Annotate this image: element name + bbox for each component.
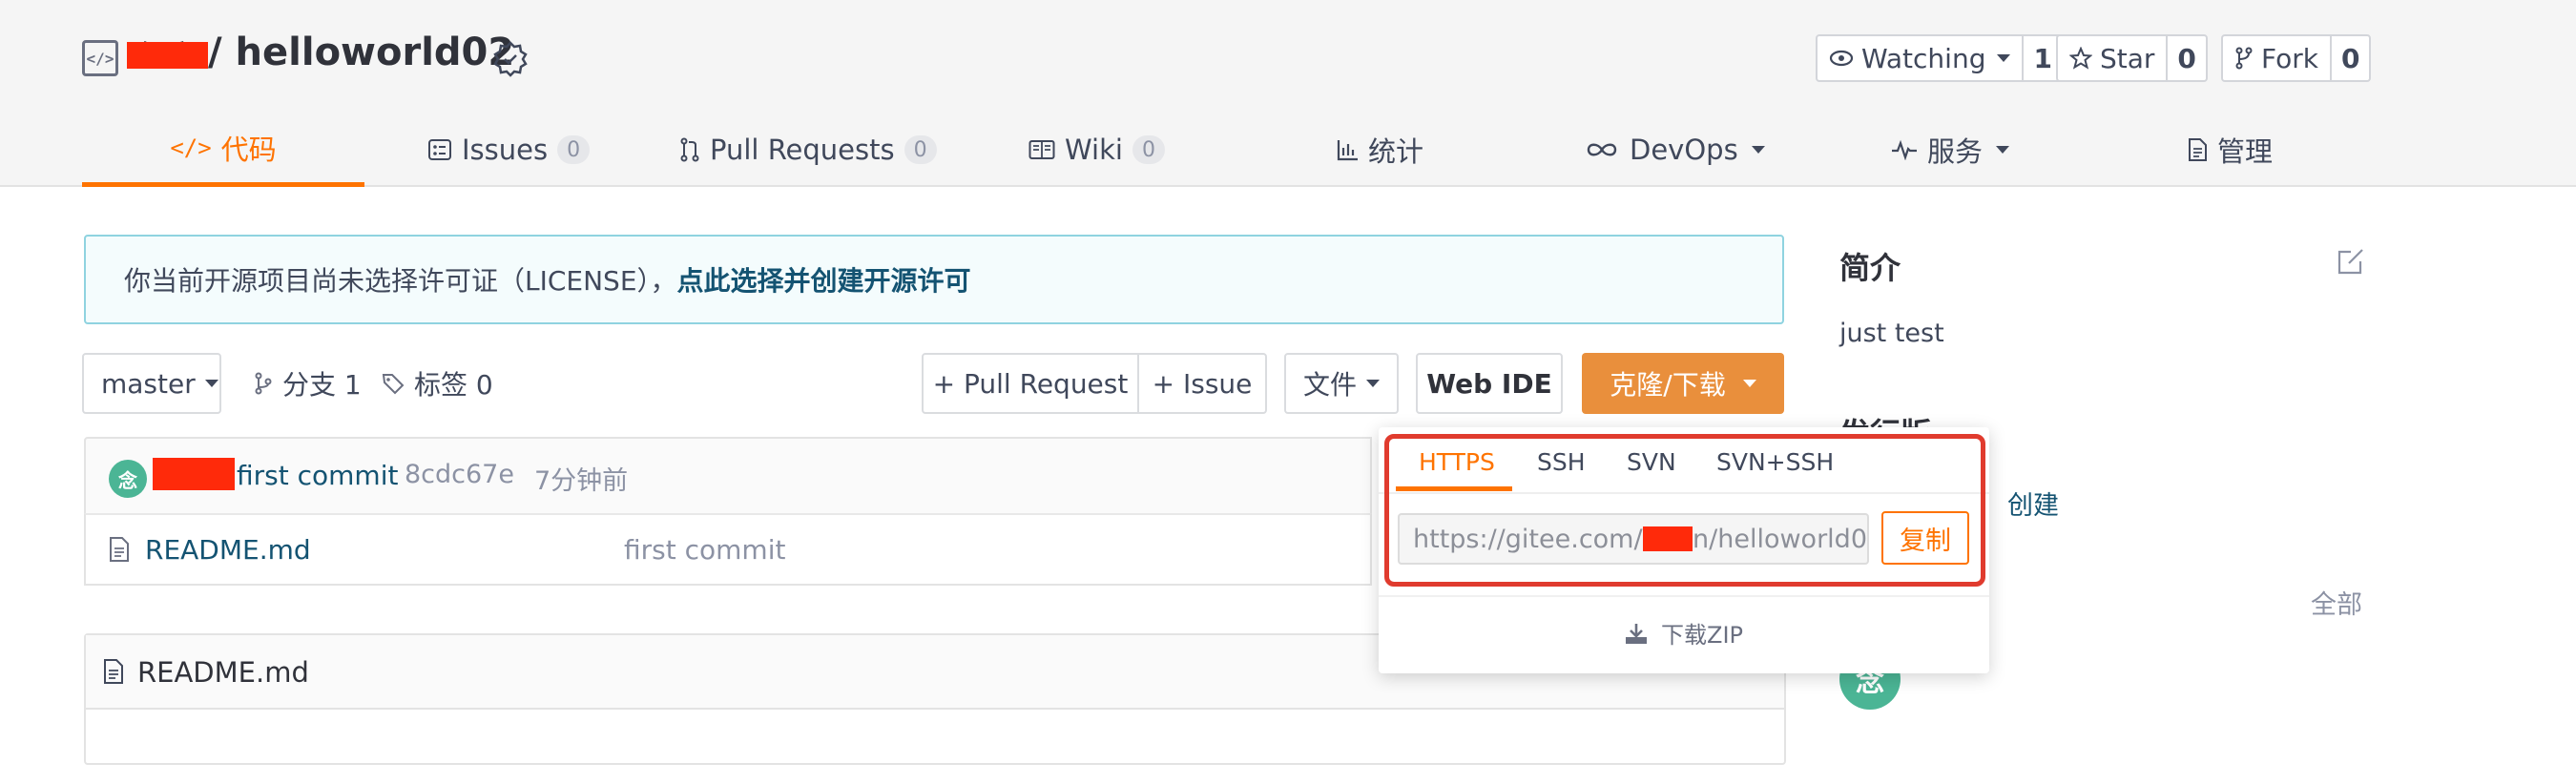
redaction-mark <box>153 458 235 490</box>
star-group: Star 0 <box>2056 34 2208 82</box>
recommend-badge-icon[interactable] <box>491 40 530 78</box>
branch-icon <box>255 372 272 395</box>
tab-statistics[interactable]: 统计 <box>1336 113 1423 187</box>
commit-hash[interactable]: 8cdc67e <box>405 460 514 489</box>
download-icon <box>1626 623 1647 644</box>
tab-services[interactable]: 服务 <box>1891 113 2010 187</box>
chevron-down-icon <box>1751 146 1765 154</box>
license-create-link[interactable]: 点此选择并创建开源许可 <box>677 260 971 299</box>
repo-owner-link[interactable]: 仓库 <box>127 36 208 69</box>
clone-download-button[interactable]: 克隆/下载 <box>1582 353 1784 414</box>
new-issue-button[interactable]: + Issue <box>1137 353 1267 414</box>
license-notice-text: 你当前开源项目尚未选择许可证（LICENSE）， <box>124 265 677 297</box>
new-pull-request-button[interactable]: + Pull Request <box>922 353 1139 414</box>
doc-icon <box>2189 138 2207 161</box>
pull-request-icon <box>680 137 699 162</box>
tab-pull-requests[interactable]: Pull Requests 0 <box>679 113 937 187</box>
wiki-icon <box>1028 140 1055 159</box>
repo-code-icon: </> <box>82 40 118 76</box>
chevron-down-icon <box>204 380 218 387</box>
watch-button[interactable]: Watching <box>1818 36 2025 80</box>
issues-count-badge: 0 <box>557 135 591 164</box>
divider <box>1379 595 1989 597</box>
fork-group: Fork 0 <box>2221 34 2372 82</box>
eye-icon <box>1829 50 1854 67</box>
file-name-link[interactable]: README.md <box>145 534 311 566</box>
watch-group: Watching 1 <box>1816 34 2064 82</box>
all-contributors-link[interactable]: 全部 <box>2311 584 2362 621</box>
commit-message[interactable]: first commit <box>237 460 398 491</box>
star-count[interactable]: 0 <box>2168 36 2205 80</box>
pulse-icon <box>1892 139 1917 160</box>
star-button[interactable]: Star <box>2058 36 2169 80</box>
fork-button[interactable]: Fork <box>2223 36 2332 80</box>
tab-wiki[interactable]: Wiki 0 <box>1028 113 1165 187</box>
license-notice: 你当前开源项目尚未选择许可证（LICENSE）， 点此选择并创建开源许可 <box>84 235 1784 324</box>
tab-issues[interactable]: Issues 0 <box>427 113 591 187</box>
clone-url-highlight <box>1384 434 1985 587</box>
repo-name-link[interactable]: helloworld02 <box>236 31 515 74</box>
code-icon: </> <box>170 134 212 161</box>
redaction-mark <box>127 42 208 69</box>
tags-link[interactable]: 标签 0 <box>382 353 493 414</box>
latest-commit-row: 念 first commit 8cdc67e 7分钟前 <box>84 437 1372 513</box>
fork-icon <box>2235 47 2253 70</box>
chevron-down-icon <box>1997 54 2011 62</box>
file-icon <box>104 659 123 684</box>
chevron-down-icon <box>1996 146 2010 154</box>
intro-title: 简介 <box>1839 250 1901 286</box>
star-icon <box>2069 47 2092 70</box>
repo-tabs: </> 代码 Issues 0 Pull Requests 0 Wiki 0 统… <box>82 113 2372 187</box>
readme-title: README.md <box>137 656 309 689</box>
file-commit-message[interactable]: first commit <box>624 534 785 566</box>
wiki-count-badge: 0 <box>1132 135 1165 164</box>
infinity-icon <box>1587 143 1617 156</box>
web-ide-button[interactable]: Web IDE <box>1416 353 1563 414</box>
intro-text: just test <box>1839 319 1944 348</box>
chevron-down-icon <box>1742 380 1756 387</box>
fork-count[interactable]: 0 <box>2332 36 2369 80</box>
repo-title: 仓库 / helloworld02 <box>127 31 514 74</box>
tab-devops[interactable]: DevOps <box>1584 113 1765 187</box>
repo-separator: / <box>208 31 222 74</box>
issues-icon <box>428 139 451 160</box>
tag-icon <box>382 374 405 395</box>
edit-icon[interactable] <box>2336 246 2366 277</box>
chart-icon <box>1337 140 1358 161</box>
tab-code[interactable]: </> 代码 <box>82 113 364 187</box>
create-release-link[interactable]: 创建 <box>2007 485 2059 522</box>
file-menu-button[interactable]: 文件 <box>1284 353 1399 414</box>
commit-time: 7分钟前 <box>534 466 629 496</box>
chevron-down-icon <box>1366 380 1381 387</box>
download-zip-link[interactable]: 下载ZIP <box>1379 616 1989 650</box>
file-row: README.md first commit <box>84 513 1372 586</box>
branches-link[interactable]: 分支 1 <box>254 353 362 414</box>
tab-manage[interactable]: 管理 <box>2187 113 2273 187</box>
branch-select[interactable]: master <box>82 353 221 414</box>
avatar[interactable]: 念 <box>109 460 147 498</box>
file-icon <box>110 537 129 562</box>
pr-count-badge: 0 <box>904 135 937 164</box>
